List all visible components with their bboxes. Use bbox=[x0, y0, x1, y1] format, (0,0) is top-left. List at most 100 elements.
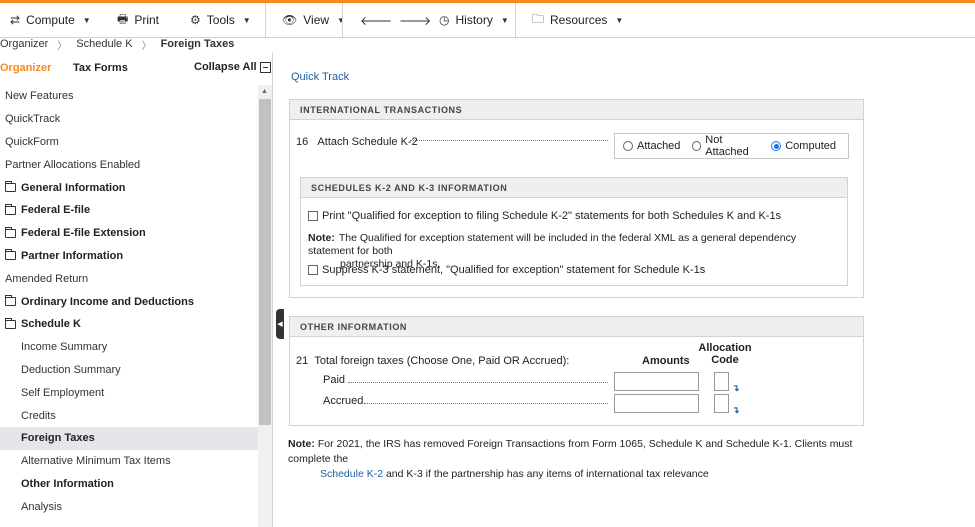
sidebar-item-amt-items[interactable]: Alternative Minimum Tax Items bbox=[0, 450, 258, 473]
quick-track-link[interactable]: Quick Track bbox=[291, 71, 349, 83]
briefcase-icon: 🗀 bbox=[532, 11, 545, 26]
allocation-lookup-icon[interactable]: ↴ bbox=[732, 405, 740, 416]
note-line2: Schedule K-2 and K-3 if the partnership … bbox=[288, 467, 878, 482]
schedule-k2-link[interactable]: Schedule K-2 bbox=[320, 468, 383, 480]
suppress-k3-checkbox[interactable]: Suppress K-3 statement, "Qualified for e… bbox=[308, 264, 705, 276]
note-line2-text: and K-3 if the partnership has any items… bbox=[383, 468, 709, 480]
radio-label: Not Attached bbox=[705, 134, 749, 158]
sidebar-item-partner-information[interactable]: Partner Information bbox=[0, 245, 258, 268]
sidebar-item-self-employment[interactable]: Self Employment bbox=[0, 381, 258, 404]
line-text: Total foreign taxes (Choose One, Paid OR… bbox=[314, 355, 570, 367]
sidebar-item-label: QuickTrack bbox=[5, 113, 61, 126]
sidebar-nav: New Features QuickTrack QuickForm Partne… bbox=[0, 85, 258, 518]
print-button[interactable]: 🖶 Print bbox=[101, 3, 173, 37]
breadcrumb-organizer[interactable]: Organizer bbox=[0, 38, 48, 50]
paid-allocation-code-input[interactable] bbox=[714, 372, 729, 391]
compute-menu[interactable]: ⇄ Compute ▼ bbox=[0, 3, 101, 37]
sidebar-item-amended-return[interactable]: Amended Return bbox=[0, 267, 258, 290]
sidebar-item-label: New Features bbox=[5, 90, 74, 103]
sidebar-item-deduction-summary[interactable]: Deduction Summary bbox=[0, 359, 258, 382]
dotted-leader bbox=[410, 140, 608, 141]
radio-computed[interactable]: Computed bbox=[771, 140, 836, 152]
sidebar-item-federal-efile[interactable]: Federal E-file bbox=[0, 199, 258, 222]
caret-down-icon: ▼ bbox=[500, 15, 509, 25]
back-button[interactable]: 🡐 bbox=[343, 3, 392, 37]
schedules-k2-k3-panel: SCHEDULES K-2 AND K-3 INFORMATION Print … bbox=[300, 177, 848, 286]
sidebar-item-credits[interactable]: Credits bbox=[0, 404, 258, 427]
print-qualified-checkbox[interactable]: Print "Qualified for exception to filing… bbox=[308, 210, 781, 222]
sidebar-item-label: Credits bbox=[21, 409, 56, 422]
line-number: 16 bbox=[296, 136, 309, 148]
sidebar-item-label: Alternative Minimum Tax Items bbox=[21, 455, 171, 468]
other-information-panel: OTHER INFORMATION 21 Total foreign taxes… bbox=[289, 316, 864, 426]
section-header: OTHER INFORMATION bbox=[290, 317, 863, 337]
sidebar-item-label: Schedule K bbox=[21, 318, 81, 331]
sidebar-item-label: Amended Return bbox=[5, 272, 89, 285]
sidebar-item-income-summary[interactable]: Income Summary bbox=[0, 336, 258, 359]
breadcrumb: Organizer 〉 Schedule K 〉 Foreign Taxes bbox=[0, 37, 234, 52]
sidebar-item-label: Ordinary Income and Deductions bbox=[21, 295, 194, 308]
sidebar-item-label: Federal E-file bbox=[21, 204, 91, 217]
tab-organizer[interactable]: Organizer bbox=[0, 62, 51, 74]
swap-arrows-icon: ⇄ bbox=[10, 13, 21, 27]
checkbox-icon bbox=[308, 211, 318, 221]
sidebar-item-analysis[interactable]: Analysis bbox=[0, 495, 258, 518]
dotted-leader bbox=[348, 382, 608, 383]
sidebar-item-federal-efile-extension[interactable]: Federal E-file Extension bbox=[0, 222, 258, 245]
scroll-up-arrow-icon[interactable]: ▲ bbox=[261, 88, 268, 95]
line21-label: 21 Total foreign taxes (Choose One, Paid… bbox=[296, 355, 569, 367]
sidebar-item-new-features[interactable]: New Features bbox=[0, 85, 258, 108]
resources-label: Resources bbox=[550, 13, 608, 27]
tab-tax-forms[interactable]: Tax Forms bbox=[73, 62, 128, 74]
checkbox-icon bbox=[308, 265, 318, 275]
folder-icon bbox=[5, 317, 16, 329]
breadcrumb-schedule-k[interactable]: Schedule K bbox=[76, 38, 132, 50]
sidebar-item-ordinary-income[interactable]: Ordinary Income and Deductions bbox=[0, 290, 258, 313]
allocation-code-column-header: Allocation Code bbox=[695, 342, 755, 366]
sidebar-item-other-information[interactable]: Other Information bbox=[0, 473, 258, 496]
chevron-right-icon: 〉 bbox=[141, 40, 152, 52]
folder-icon bbox=[5, 249, 16, 261]
sidebar-item-label: Foreign Taxes bbox=[21, 432, 95, 445]
dotted-leader bbox=[364, 403, 608, 404]
allocation-lookup-icon[interactable]: ↴ bbox=[732, 383, 740, 394]
note-label: Note: bbox=[288, 438, 315, 450]
minus-box-icon bbox=[259, 61, 271, 73]
sidebar-scrollbar[interactable]: ▲ bbox=[258, 85, 272, 527]
view-menu[interactable]: 👁 View ▼ bbox=[266, 3, 345, 37]
allocation-header-line1: Allocation bbox=[698, 342, 752, 354]
sidebar-item-quickform[interactable]: QuickForm bbox=[0, 131, 258, 154]
international-transactions-panel: INTERNATIONAL TRANSACTIONS 16 Attach Sch… bbox=[289, 99, 864, 298]
collapse-all-button[interactable]: Collapse All bbox=[194, 61, 271, 73]
line-text: Attach Schedule K-2 bbox=[317, 136, 418, 148]
history-menu[interactable]: ◷ History ▼ bbox=[427, 3, 515, 37]
amounts-column-header: Amounts bbox=[642, 355, 690, 367]
caret-down-icon: ▼ bbox=[242, 15, 251, 25]
chevron-right-icon: 〉 bbox=[57, 40, 68, 52]
scroll-thumb[interactable] bbox=[259, 99, 271, 425]
paid-amount-input[interactable] bbox=[614, 372, 699, 391]
radio-selected-icon bbox=[771, 141, 782, 151]
sidebar-item-label: Deduction Summary bbox=[21, 363, 121, 376]
radio-circle-icon bbox=[692, 141, 702, 151]
folder-icon bbox=[5, 226, 16, 238]
gear-icon: ⚙ bbox=[190, 13, 201, 27]
accrued-amount-input[interactable] bbox=[614, 394, 699, 413]
resources-menu[interactable]: 🗀 Resources ▼ bbox=[516, 3, 626, 37]
tools-menu[interactable]: ⚙ Tools ▼ bbox=[173, 3, 265, 37]
sidebar-item-general-information[interactable]: General Information bbox=[0, 176, 258, 199]
sidebar-collapse-handle[interactable]: ◀ bbox=[276, 309, 284, 339]
sidebar-item-label: Other Information bbox=[21, 477, 114, 490]
radio-attached[interactable]: Attached bbox=[623, 140, 680, 152]
sidebar-item-foreign-taxes[interactable]: Foreign Taxes bbox=[0, 426, 258, 450]
main-content: Quick Track INTERNATIONAL TRANSACTIONS 1… bbox=[285, 52, 975, 527]
sidebar-item-schedule-k[interactable]: Schedule K bbox=[0, 313, 258, 336]
radio-circle-icon bbox=[623, 141, 633, 151]
sidebar-item-partner-allocations[interactable]: Partner Allocations Enabled bbox=[0, 153, 258, 176]
radio-not-attached[interactable]: Not Attached bbox=[692, 134, 759, 158]
forward-button[interactable]: 🡒 bbox=[387, 3, 431, 37]
section-header: SCHEDULES K-2 AND K-3 INFORMATION bbox=[301, 178, 847, 198]
sidebar-item-quicktrack[interactable]: QuickTrack bbox=[0, 108, 258, 131]
accrued-allocation-code-input[interactable] bbox=[714, 394, 729, 413]
note-label: Note: bbox=[308, 232, 335, 244]
